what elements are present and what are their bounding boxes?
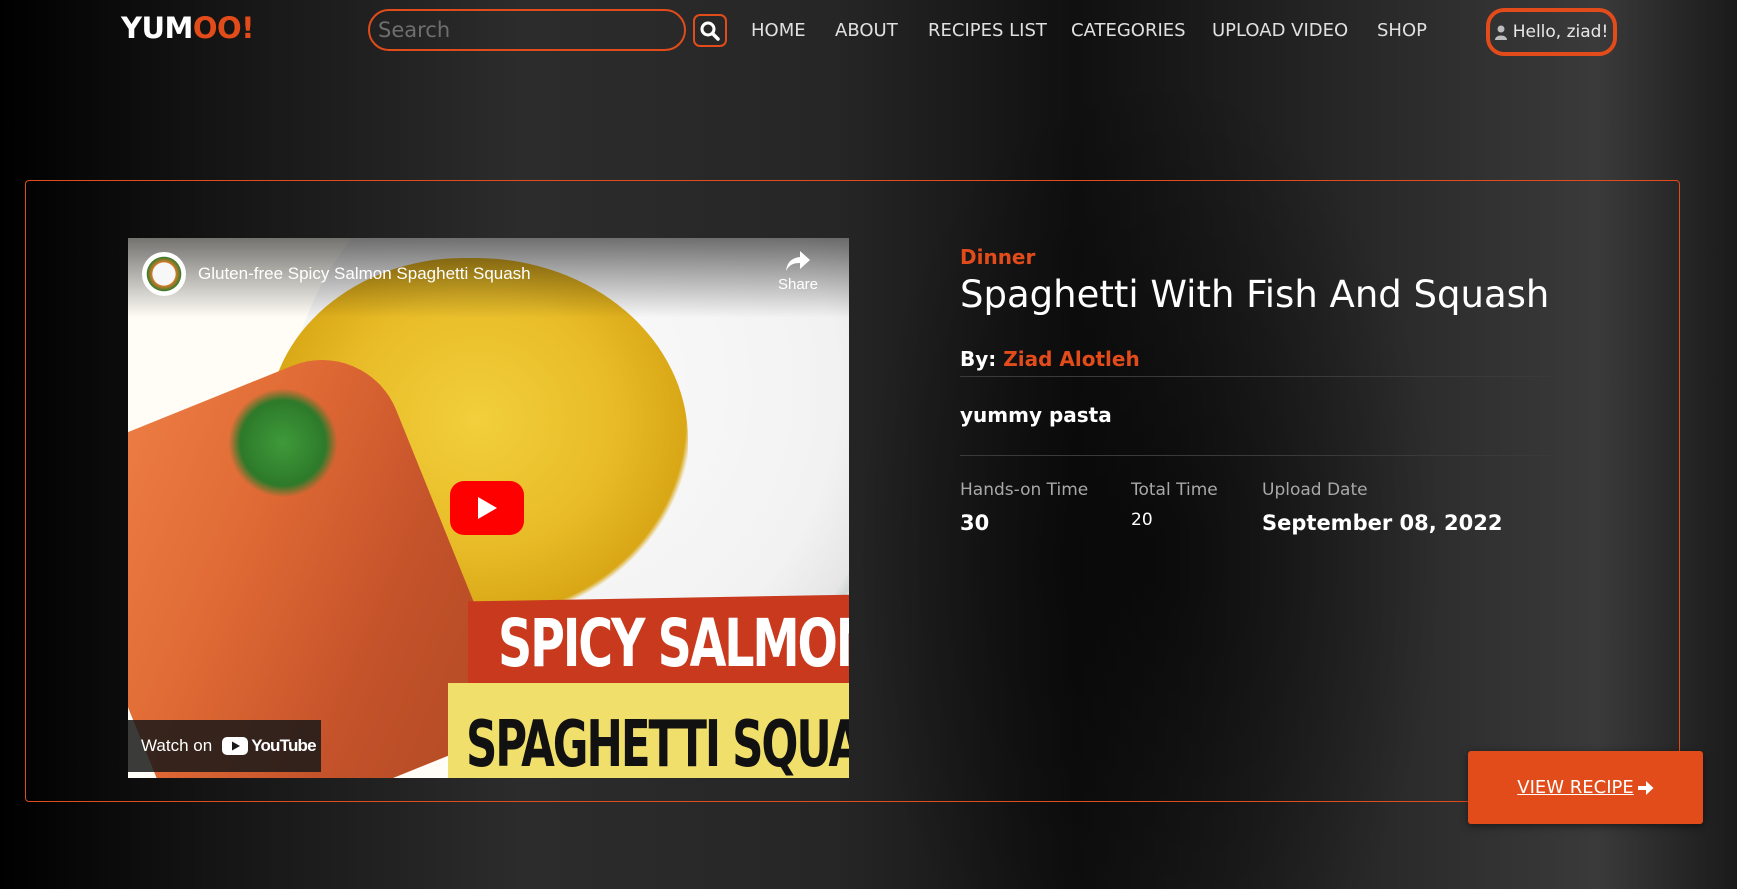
nav-home[interactable]: HOME [751, 20, 806, 41]
watch-on-youtube-button[interactable]: Watch on YouTube [128, 720, 321, 772]
youtube-icon [222, 737, 249, 755]
recipe-author-line: By: Ziad Alotleh [960, 347, 1140, 371]
stat-value-upload-date: September 08, 2022 [1262, 511, 1503, 535]
by-label: By: [960, 347, 997, 371]
video-embed[interactable]: SPICY SALMON SPAGHETTI SQUASH Gluten-fre… [128, 238, 849, 778]
user-greeting: Hello, ziad! [1512, 22, 1609, 42]
recipe-category[interactable]: Dinner [960, 245, 1035, 269]
site-logo[interactable]: YUMOO! [121, 10, 254, 46]
video-title[interactable]: Gluten-free Spicy Salmon Spaghetti Squas… [198, 264, 531, 284]
share-button[interactable]: Share [775, 250, 821, 293]
user-icon [1494, 25, 1507, 40]
logo-text-accent: OO! [192, 11, 255, 45]
play-icon [478, 497, 497, 519]
nav-recipes-list[interactable]: RECIPES LIST [928, 20, 1047, 41]
thumbnail-herb [228, 388, 338, 498]
stat-label-hands-on-time: Hands-on Time [960, 480, 1089, 500]
logo-text-main: YUM [121, 11, 193, 45]
youtube-label: YouTube [251, 736, 316, 755]
play-button[interactable] [450, 481, 524, 535]
nav-upload-video[interactable]: UPLOAD VIDEO [1212, 20, 1348, 41]
channel-avatar[interactable] [142, 252, 186, 296]
stat-value-hands-on-time: 30 [960, 511, 990, 535]
stat-value-total-time: 20 [1131, 510, 1153, 530]
recipe-description: yummy pasta [960, 403, 1112, 427]
divider-top [960, 376, 1550, 377]
recipe-author[interactable]: Ziad Alotleh [1003, 347, 1139, 371]
thumbnail-text-bottom: SPAGHETTI SQUASH [466, 708, 849, 778]
stat-label-upload-date: Upload Date [1262, 480, 1368, 500]
share-label: Share [777, 276, 819, 293]
watch-on-label: Watch on [141, 736, 213, 755]
view-recipe-button[interactable]: VIEW RECIPE [1468, 751, 1703, 824]
youtube-logo: YouTube [222, 736, 317, 756]
search-icon [700, 21, 720, 41]
search-input[interactable] [368, 9, 686, 51]
nav-categories[interactable]: CATEGORIES [1071, 20, 1186, 41]
nav-shop[interactable]: SHOP [1377, 20, 1427, 41]
share-icon [786, 251, 810, 271]
recipe-title: Spaghetti With Fish And Squash [960, 273, 1550, 316]
divider-bottom [960, 455, 1550, 456]
thumbnail-text-top: SPICY SALMON [498, 605, 849, 682]
nav-about[interactable]: ABOUT [835, 20, 898, 41]
view-recipe-label: VIEW RECIPE [1517, 777, 1634, 798]
search-button[interactable] [693, 14, 727, 47]
arrow-right-icon [1637, 780, 1654, 795]
user-menu-button[interactable]: Hello, ziad! [1486, 8, 1617, 56]
stat-label-total-time: Total Time [1131, 480, 1218, 500]
